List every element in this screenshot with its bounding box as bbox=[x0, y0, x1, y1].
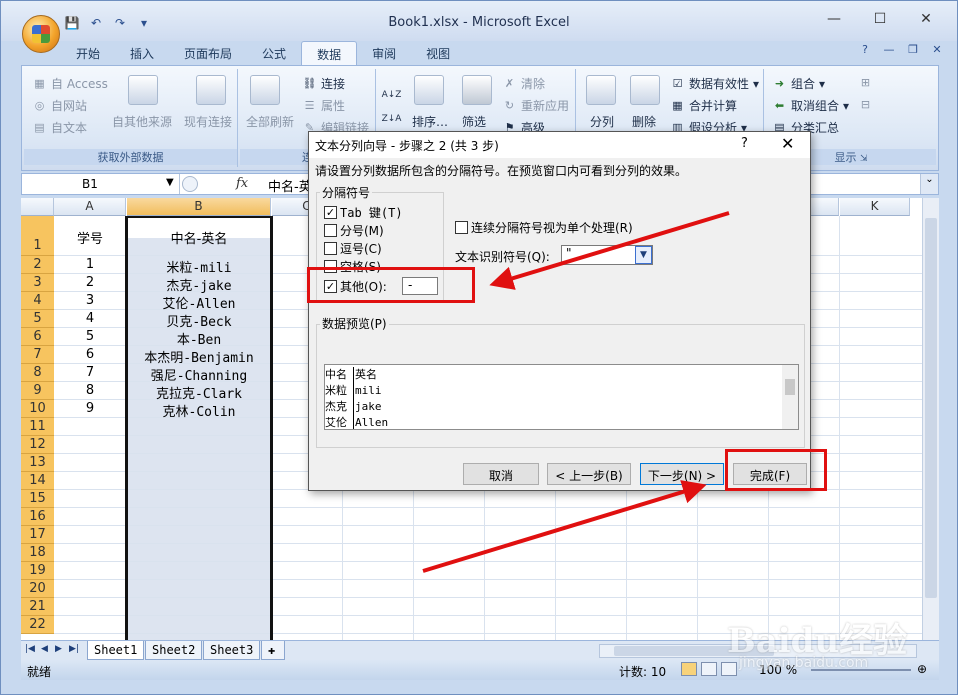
baidu-watermark: Baidu经验 jingyan.baidu.com bbox=[727, 601, 927, 681]
excel-window: 💾 ↶ ↷ ▾ Book1.xlsx - Microsoft Excel — ☐… bbox=[0, 0, 958, 695]
annotation-arrows bbox=[422, 211, 730, 573]
office-button[interactable] bbox=[22, 15, 60, 53]
watermark-url: jingyan.baidu.com bbox=[739, 655, 869, 671]
arrow-to-next bbox=[422, 480, 707, 573]
office-logo-icon bbox=[32, 25, 50, 43]
arrow-to-other bbox=[489, 211, 730, 290]
